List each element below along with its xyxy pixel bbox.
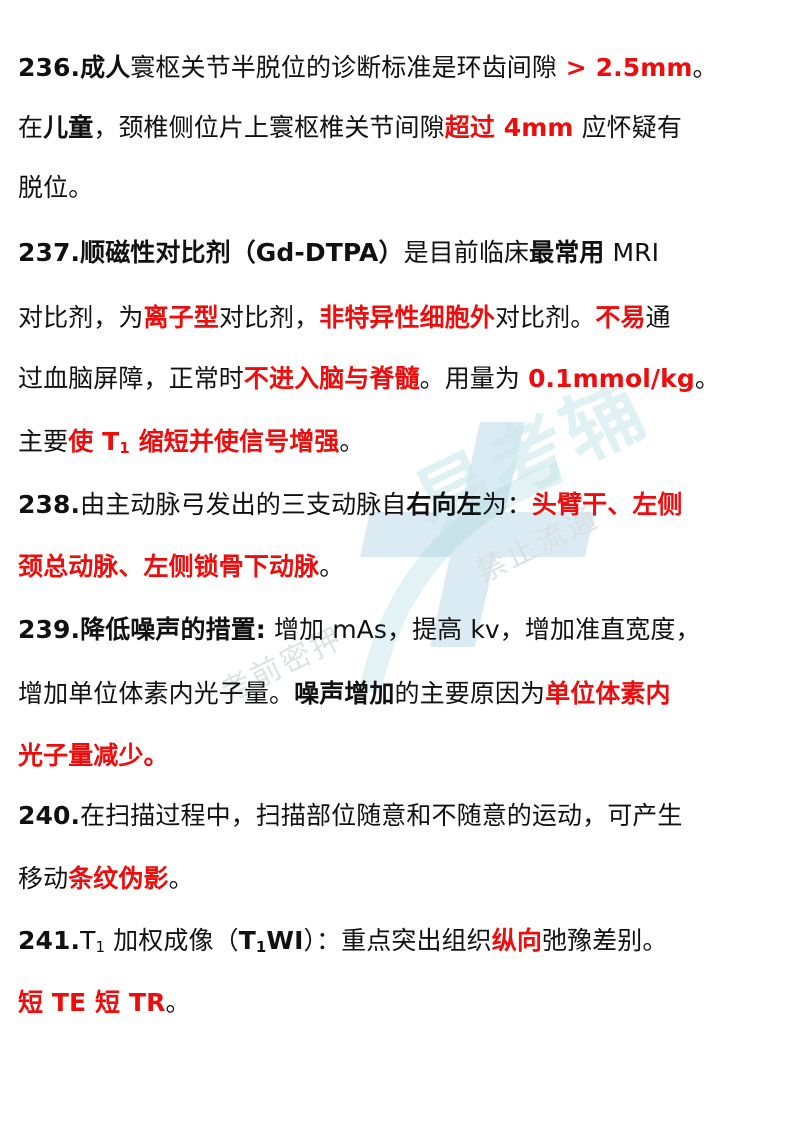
item-240-text-2: 移动	[18, 864, 69, 893]
item-239-line-2: 增加单位体素内光子量。噪声增加的主要原因为单位体素内	[18, 678, 778, 710]
item-236-line-3: 脱位。	[18, 172, 778, 204]
item-237-nonspecific: 非特异性细胞外	[319, 303, 495, 332]
item-239-noise-increase: 噪声增加	[294, 679, 395, 708]
item-240-text: 在扫描过程中，扫描部位随意和不随意的运动，可产生	[80, 801, 683, 830]
item-239-line-3: 光子量减少。	[18, 740, 778, 772]
item-236-text-4: 应怀疑有	[573, 113, 682, 142]
item-237-punct-2: 。	[339, 427, 365, 456]
item-239-number: 239.	[18, 615, 81, 644]
item-240-number: 240.	[18, 801, 81, 830]
item-238-text-2: 为：	[481, 490, 532, 519]
item-237-text-7: 。用量为	[419, 364, 529, 393]
item-237-ionic: 离子型	[143, 303, 219, 332]
item-238-line-2: 颈总动脉、左侧锁骨下动脉。	[18, 551, 778, 583]
item-240-line-1: 240.在扫描过程中，扫描部位随意和不随意的运动，可产生	[18, 800, 778, 832]
item-241-t1-label: T1	[80, 926, 106, 956]
item-241-text-3: 弛豫差别。	[541, 926, 668, 955]
item-240-line-2: 移动条纹伪影。	[18, 863, 778, 895]
item-241-line-1: 241.T1 加权成像（T1WI）：重点突出组织纵向弛豫差别。	[18, 925, 778, 957]
item-236-text-3: ，颈椎侧位片上寰枢椎关节间隙	[93, 113, 445, 142]
item-237-dose: 0.1mmol/kg	[528, 364, 695, 393]
item-237-number: 237.	[18, 238, 81, 267]
item-240-artifact: 条纹伪影	[68, 864, 169, 893]
item-241-punct: 。	[165, 988, 191, 1017]
item-237-most-common: 最常用	[529, 238, 605, 267]
item-236-number: 236.	[18, 53, 81, 82]
item-241-text-2: ）：重点突出组织	[303, 926, 492, 955]
item-239-term: 降低噪声的措置:	[80, 615, 266, 644]
item-238-punct: 。	[319, 552, 345, 581]
item-239-text-2: 增加单位体素内光子量。	[18, 679, 295, 708]
item-239-text-3: 的主要原因为	[394, 679, 546, 708]
item-236-term: 成人	[80, 53, 131, 82]
item-236-child-threshold: 超过 4mm	[444, 113, 574, 142]
item-237-text-5: 通	[645, 303, 671, 332]
item-237-line-1: 237.顺磁性对比剂（Gd-DTPA）是目前临床最常用 MRI	[18, 237, 778, 269]
item-239-line-1: 239.降低噪声的措置: 增加 mAs，提高 kv，增加准直宽度，	[18, 614, 778, 646]
item-237-term: 顺磁性对比剂（Gd-DTPA）	[80, 238, 404, 267]
item-240-punct: 。	[168, 864, 194, 893]
item-241-t1wi: T1WI	[238, 926, 304, 956]
item-237-line-2: 对比剂，为离子型对比剂，非特异性细胞外对比剂。不易通	[18, 302, 778, 334]
item-238-line-1: 238.由主动脉弓发出的三支动脉自右向左为：头臂干、左侧	[18, 489, 778, 521]
item-236-text-2: 在	[18, 113, 44, 142]
item-237-text-3: 对比剂，	[218, 303, 320, 332]
item-237-mri: MRI	[604, 238, 660, 267]
document-page: 易考辅 禁止流通 考前密押 236.成人寰枢关节半脱位的诊断标准是环齿间隙 > …	[0, 0, 794, 1123]
item-237-effect: 使 T1 缩短并使信号增强	[68, 427, 340, 457]
item-236-text-5: 脱位。	[18, 173, 94, 202]
item-238-arteries-1: 头臂干、左侧	[531, 490, 683, 519]
item-236-text: 寰枢关节半脱位的诊断标准是环齿间隙	[130, 53, 557, 82]
item-241-longitudinal: 纵向	[491, 926, 542, 955]
item-239-cause-1: 单位体素内	[545, 679, 671, 708]
item-236-threshold: > 2.5mm	[557, 53, 693, 82]
item-238-direction: 右向左	[406, 490, 482, 519]
item-237-text-8: 主要	[18, 427, 69, 456]
item-237-punct: 。	[694, 364, 720, 393]
item-237-text-4: 对比剂。	[494, 303, 596, 332]
item-241-text: 加权成像（	[105, 926, 239, 955]
item-237-bbb: 不进入脑与脊髓	[243, 364, 420, 393]
item-238-number: 238.	[18, 490, 81, 519]
item-241-line-2: 短 TE 短 TR。	[18, 987, 778, 1019]
item-236-child: 儿童	[43, 113, 94, 142]
item-239-cause-2: 光子量减少。	[18, 741, 169, 770]
item-237-text-6: 过血脑屏障，正常时	[18, 364, 244, 393]
item-237-line-3: 过血脑屏障，正常时不进入脑与脊髓。用量为 0.1mmol/kg。	[18, 363, 778, 395]
item-241-te-tr: 短 TE 短 TR	[18, 988, 166, 1017]
item-236-punct: 。	[692, 53, 718, 82]
item-237-text: 是目前临床	[403, 238, 530, 267]
item-238-arteries-2: 颈总动脉、左侧锁骨下动脉	[18, 552, 320, 581]
item-238-text: 由主动脉弓发出的三支动脉自	[80, 490, 407, 519]
item-237-line-4: 主要使 T1 缩短并使信号增强。	[18, 426, 778, 458]
item-241-number: 241.	[18, 926, 81, 955]
item-237-text-2: 对比剂，为	[18, 303, 144, 332]
item-239-text: 增加 mAs，提高 kv，增加准直宽度，	[265, 615, 701, 644]
item-237-not-easy: 不易	[595, 303, 646, 332]
item-236-line-2: 在儿童，颈椎侧位片上寰枢椎关节间隙超过 4mm 应怀疑有	[18, 112, 778, 144]
item-236-line-1: 236.成人寰枢关节半脱位的诊断标准是环齿间隙 > 2.5mm。	[18, 52, 778, 84]
